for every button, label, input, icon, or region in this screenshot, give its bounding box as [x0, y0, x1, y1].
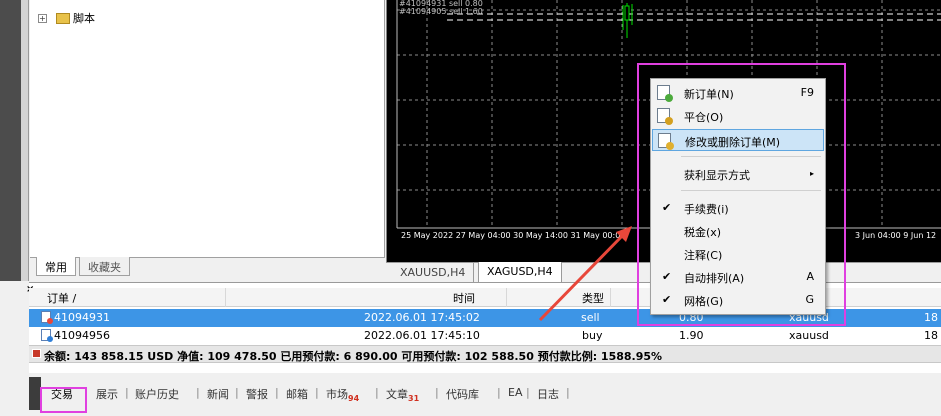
annotation-arrow [538, 226, 632, 322]
